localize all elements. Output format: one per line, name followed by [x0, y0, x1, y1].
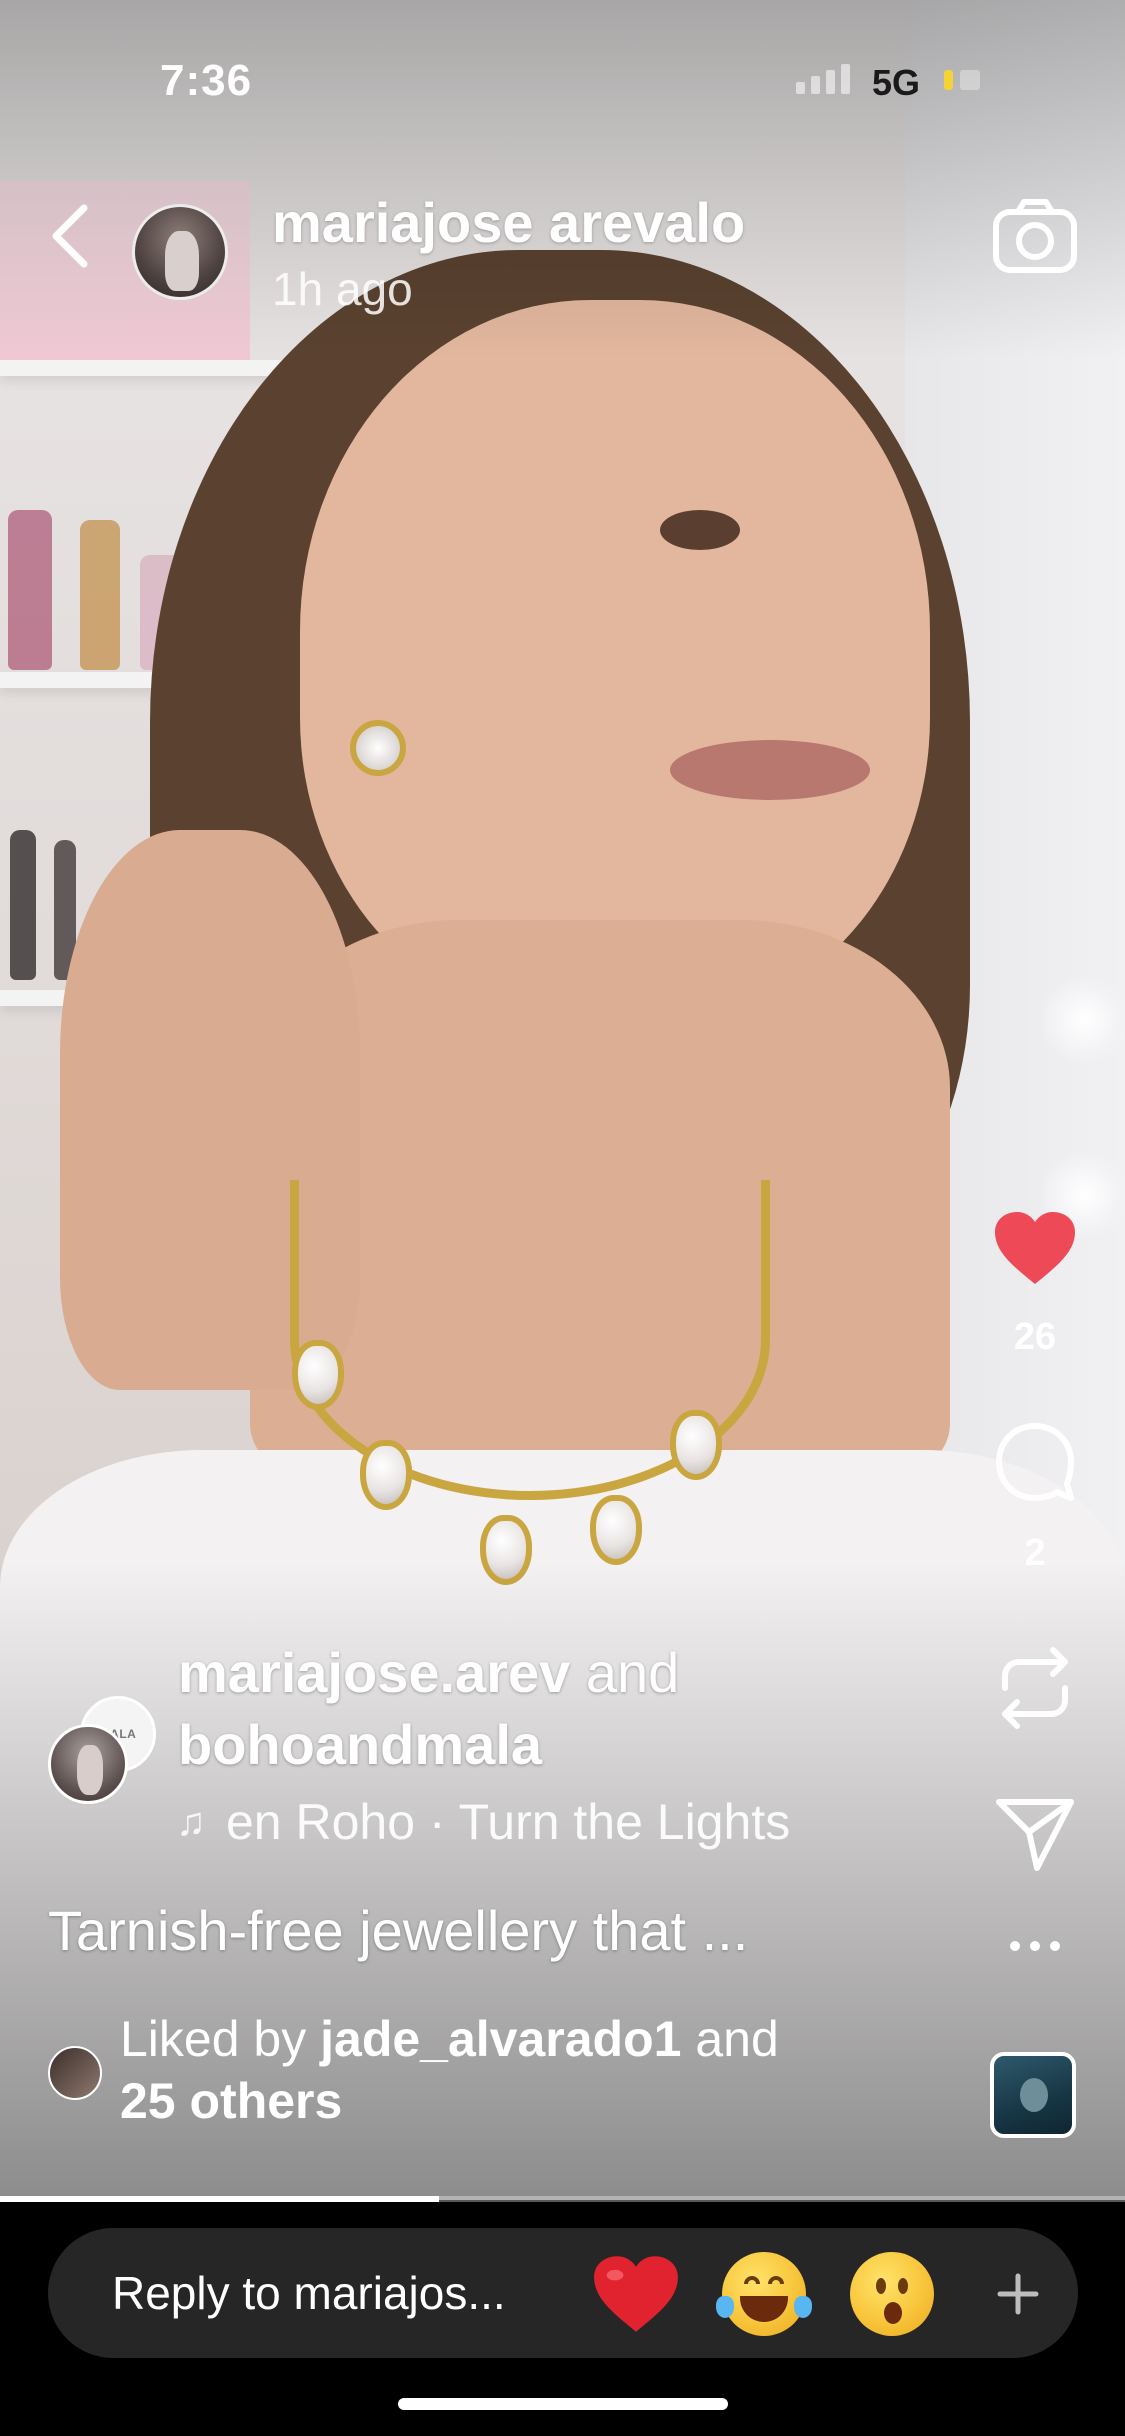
comment-count[interactable]: 2	[990, 1532, 1080, 1575]
laughing-face-icon	[716, 2252, 812, 2336]
partner-username[interactable]: bohoandmala	[178, 1713, 542, 1776]
repost-button[interactable]	[990, 1646, 1080, 1730]
necklace-pearl	[360, 1440, 412, 1510]
liked-prefix: Liked by	[120, 2011, 321, 2067]
music-title: en Roho · Turn the Lights	[226, 1794, 791, 1850]
bottom-bar: Reply to mariajos...	[0, 2202, 1125, 2436]
collab-partner[interactable]: bohoandmala	[178, 1712, 542, 1777]
repost-icon	[1002, 1647, 1068, 1729]
liked-others-count[interactable]: 25 others	[120, 2073, 342, 2129]
collab-joiner: and	[570, 1641, 680, 1704]
username[interactable]: mariajose arevalo	[272, 190, 745, 255]
home-indicator[interactable]	[398, 2398, 728, 2410]
react-wow-button[interactable]	[844, 2246, 940, 2342]
timestamp: 1h ago	[272, 263, 413, 315]
lips	[670, 740, 870, 800]
like-count[interactable]: 26	[990, 1316, 1080, 1359]
comment-button[interactable]	[990, 1422, 1080, 1506]
bottle	[80, 520, 120, 670]
react-heart-button[interactable]	[588, 2246, 684, 2342]
brush	[10, 830, 36, 980]
plus-icon	[997, 2273, 1039, 2315]
eye	[660, 510, 740, 550]
network-type: 5G	[872, 62, 921, 103]
liked-by-avatar[interactable]	[48, 2046, 102, 2100]
necklace-pearl	[590, 1495, 642, 1565]
battery-icon	[944, 66, 984, 94]
liked-others[interactable]: 25 others	[120, 2072, 342, 2130]
comment-icon	[996, 1423, 1074, 1501]
earring	[350, 720, 406, 776]
liked-by-line[interactable]: Liked by jade_alvarado1 and	[120, 2010, 779, 2068]
liked-joiner: and	[681, 2011, 779, 2067]
shelf	[0, 360, 300, 376]
necklace-pearl	[670, 1410, 722, 1480]
avatar[interactable]	[132, 204, 228, 300]
collab-line[interactable]: mariajose.arev and	[178, 1640, 679, 1705]
audio-thumbnail[interactable]	[990, 2052, 1076, 2138]
collab-username[interactable]: mariajose.arev	[178, 1641, 570, 1704]
vanity-bulb	[1040, 975, 1125, 1065]
heart-icon	[995, 1212, 1075, 1284]
status-time: 7:36	[160, 56, 253, 105]
bottle	[8, 510, 52, 670]
react-laugh-button[interactable]	[716, 2246, 812, 2342]
face	[300, 300, 930, 1020]
share-button[interactable]	[990, 1796, 1080, 1872]
necklace-pearl	[292, 1340, 344, 1410]
collab-avatars[interactable]: MALA	[48, 1696, 168, 1806]
more-button[interactable]	[990, 1936, 1080, 1976]
camera-icon	[993, 199, 1077, 273]
liked-user[interactable]: jade_alvarado1	[320, 2011, 681, 2067]
music-row[interactable]: ♫ en Roho · Turn the Lights	[176, 1792, 836, 1852]
music-note-icon: ♫	[176, 1799, 206, 1844]
red-heart-icon	[594, 2256, 678, 2332]
more-icon	[1010, 1941, 1060, 1951]
reply-input[interactable]: Reply to mariajos...	[112, 2228, 506, 2358]
camera-button[interactable]	[990, 196, 1080, 276]
back-button[interactable]	[40, 196, 100, 276]
reply-bar[interactable]: Reply to mariajos...	[48, 2228, 1078, 2358]
surprised-face-icon	[850, 2252, 934, 2336]
signal-icon	[796, 64, 850, 94]
user-avatar	[48, 1724, 128, 1804]
caption[interactable]: Tarnish-free jewellery that ...	[48, 1898, 748, 1963]
top-gradient	[0, 0, 1125, 360]
send-icon	[996, 1799, 1074, 1871]
chevron-left-icon	[52, 204, 88, 268]
like-button[interactable]	[990, 1210, 1080, 1290]
add-reaction-button[interactable]	[970, 2246, 1066, 2342]
